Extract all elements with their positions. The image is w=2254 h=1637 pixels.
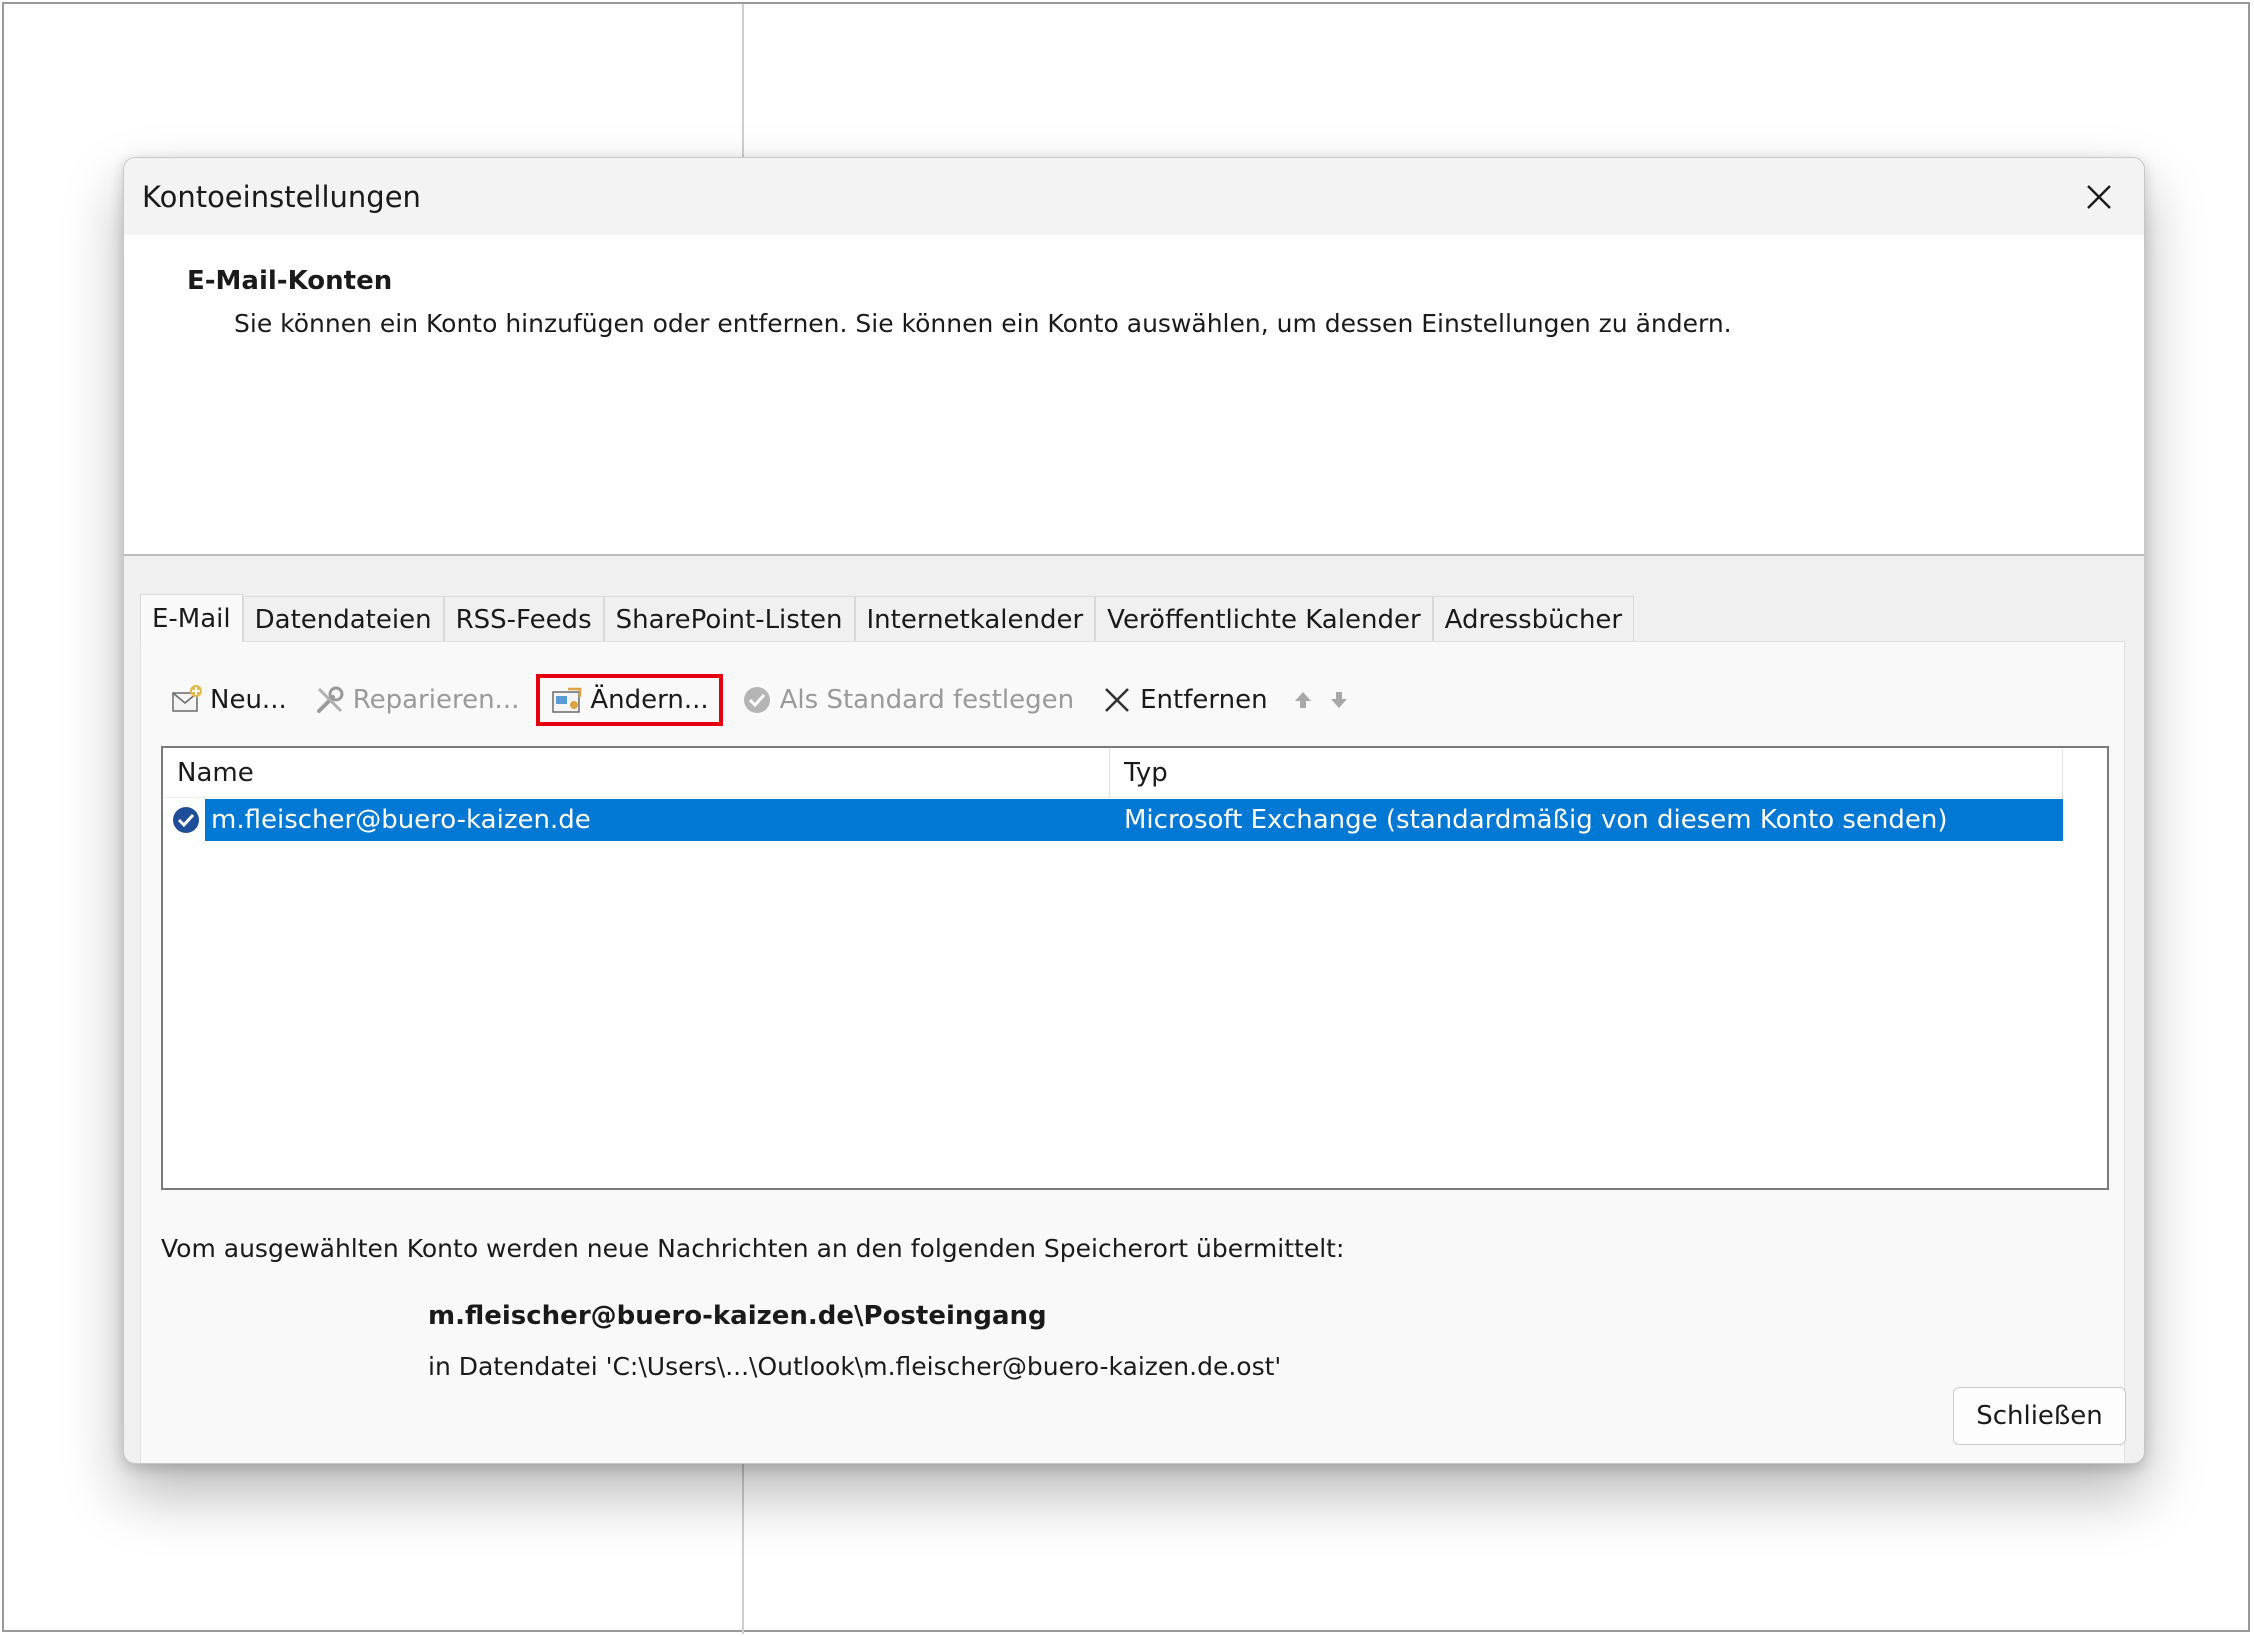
close-icon[interactable] — [2074, 172, 2124, 222]
arrow-down-icon[interactable] — [1321, 674, 1357, 726]
default-account-check-icon — [163, 799, 209, 841]
tab-strip: E-Mail Datendateien RSS-Feeds SharePoint… — [140, 594, 1635, 642]
repair-tools-icon — [313, 683, 347, 717]
set-default-button[interactable]: Als Standard festlegen — [731, 674, 1083, 726]
account-name-cell: m.fleischer@buero-kaizen.de — [211, 805, 591, 835]
header-title: E-Mail-Konten — [187, 266, 393, 296]
arrow-up-icon[interactable] — [1285, 674, 1321, 726]
header-description: Sie können ein Konto hinzufügen oder ent… — [234, 309, 1732, 338]
change-settings-icon — [550, 683, 584, 717]
new-account-button[interactable]: Neu... — [161, 674, 296, 726]
account-settings-dialog: Kontoeinstellungen E-Mail-Konten Sie kön… — [123, 157, 2145, 1464]
column-header-type[interactable]: Typ — [1110, 748, 2063, 798]
accounts-list-header: Name Typ — [163, 748, 2063, 798]
repair-label: Reparieren... — [352, 685, 520, 715]
checkmark-circle-icon — [740, 683, 774, 717]
accounts-list[interactable]: Name Typ m.fleischer@buero-kaizen.de Mic… — [161, 746, 2109, 1190]
repair-button[interactable]: Reparieren... — [304, 674, 529, 726]
delivery-location-label: Vom ausgewählten Konto werden neue Nachr… — [161, 1234, 1345, 1263]
set-default-label: Als Standard festlegen — [779, 685, 1075, 715]
change-account-button[interactable]: Ändern... — [536, 674, 723, 726]
tab-adressbuecher[interactable]: Adressbücher — [1432, 596, 1635, 642]
table-row[interactable]: m.fleischer@buero-kaizen.de Microsoft Ex… — [163, 799, 2063, 841]
email-tab-panel: Neu... Reparieren... Ändern... Als Stand… — [140, 641, 2125, 1463]
delivery-data-file: in Datendatei 'C:\Users\...\Outlook\m.fl… — [428, 1352, 1282, 1381]
tab-veroeffentlichte-kalender[interactable]: Veröffentlichte Kalender — [1095, 596, 1433, 642]
tab-internetkalender[interactable]: Internetkalender — [854, 596, 1096, 642]
delivery-folder-path: m.fleischer@buero-kaizen.de\Posteingang — [428, 1301, 1047, 1331]
tab-e-mail[interactable]: E-Mail — [140, 594, 243, 642]
change-account-label: Ändern... — [590, 685, 709, 715]
remove-account-label: Entfernen — [1140, 685, 1268, 715]
remove-account-button[interactable]: Entfernen — [1091, 674, 1276, 726]
account-type-cell: Microsoft Exchange (standardmäßig von di… — [1124, 805, 1948, 835]
tab-datendateien[interactable]: Datendateien — [242, 596, 444, 642]
dialog-title: Kontoeinstellungen — [142, 180, 421, 214]
dialog-header: E-Mail-Konten Sie können ein Konto hinzu… — [124, 235, 2144, 556]
new-mail-icon — [170, 683, 204, 717]
column-header-name[interactable]: Name — [163, 748, 1110, 798]
close-button[interactable]: Schließen — [1953, 1387, 2126, 1445]
account-toolbar: Neu... Reparieren... Ändern... Als Stand… — [161, 672, 1357, 728]
tab-sharepoint-listen[interactable]: SharePoint-Listen — [603, 596, 855, 642]
tab-rss-feeds[interactable]: RSS-Feeds — [443, 596, 604, 642]
dialog-titlebar: Kontoeinstellungen — [124, 158, 2144, 235]
remove-x-icon — [1100, 683, 1134, 717]
new-account-label: Neu... — [210, 685, 287, 715]
